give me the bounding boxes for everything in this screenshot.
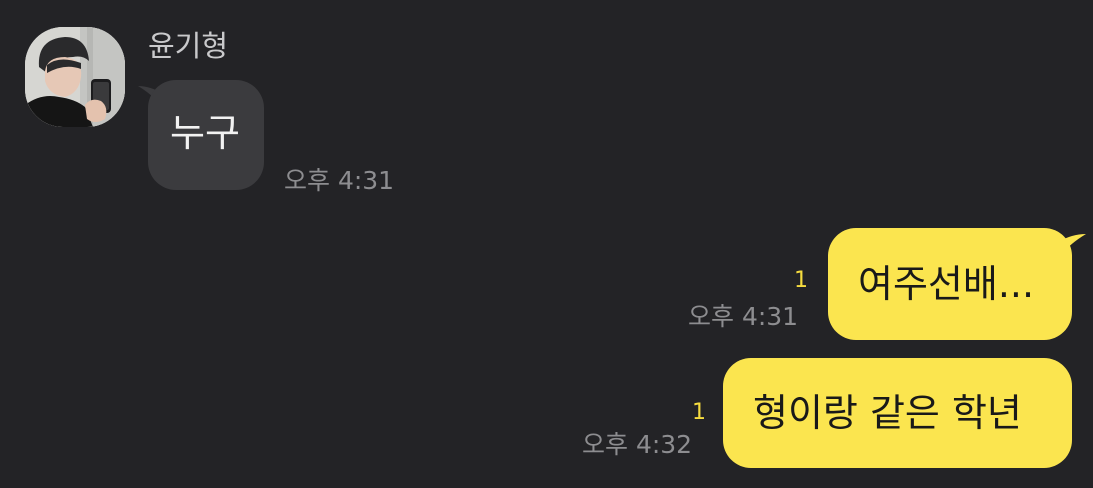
message-text: 여주선배...	[858, 262, 1035, 306]
message-timestamp: 오후 4:31	[284, 166, 395, 195]
message-text: 형이랑 같은 학년	[753, 391, 1022, 435]
unread-count: 1	[692, 400, 706, 425]
message-text: 누구	[170, 111, 240, 155]
message-bubble[interactable]: 형이랑 같은 학년	[723, 358, 1072, 468]
sender-avatar[interactable]	[25, 27, 125, 127]
profile-photo-icon	[25, 27, 125, 127]
message-timestamp: 오후 4:32	[582, 430, 693, 459]
message-timestamp: 오후 4:31	[688, 302, 799, 331]
message-bubble[interactable]: 누구	[148, 80, 264, 190]
chat-view: 윤기형 누구 오후 4:31 1 오후 4:31 여주선배... 1 오후 4:…	[0, 0, 1093, 488]
sender-name: 윤기형	[148, 29, 229, 63]
unread-count: 1	[794, 268, 808, 293]
message-bubble[interactable]: 여주선배...	[828, 228, 1072, 340]
